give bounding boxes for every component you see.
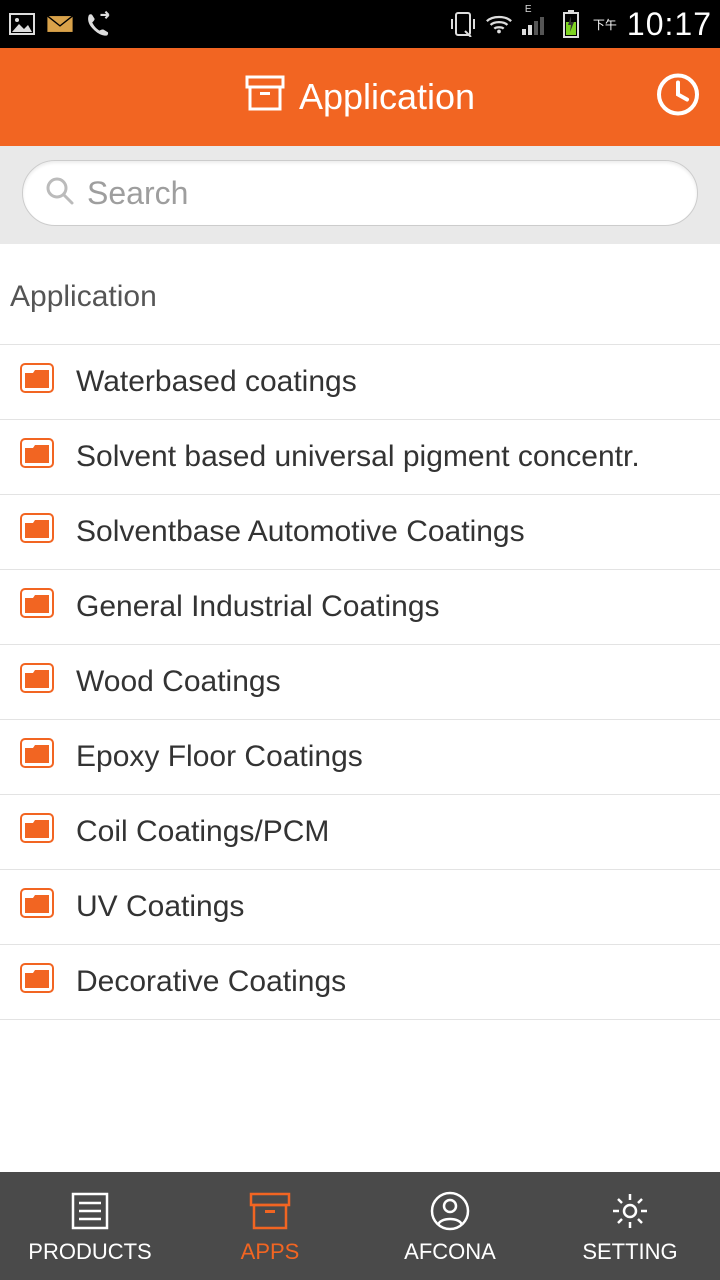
mail-icon [46,10,74,38]
call-forward-icon [84,10,112,38]
folder-icon [20,438,54,476]
list-item-label: Solvent based universal pigment concentr… [76,440,640,474]
nav-label: AFCONA [404,1239,496,1265]
person-circle-icon [429,1187,471,1235]
bottom-nav: PRODUCTS APPS AFCONA SETTING [0,1172,720,1280]
list-item[interactable]: Solventbase Automotive Coatings [0,494,720,569]
picture-icon [8,10,36,38]
list-item-label: Wood Coatings [76,665,281,699]
nav-products[interactable]: PRODUCTS [0,1172,180,1280]
battery-icon [557,10,585,38]
page-title-text: Application [299,76,475,118]
search-input[interactable] [87,175,675,212]
history-button[interactable] [656,73,700,122]
vibrate-icon [449,10,477,38]
status-right: E 下午 10:17 [449,6,712,43]
nav-apps[interactable]: APPS [180,1172,360,1280]
signal-icon: E [521,10,549,38]
list-item-label: Waterbased coatings [76,365,357,399]
nav-label: PRODUCTS [28,1239,151,1265]
status-bar: E 下午 10:17 [0,0,720,48]
application-list: Waterbased coatings Solvent based univer… [0,344,720,1020]
list-item[interactable]: Wood Coatings [0,644,720,719]
list-item-label: Coil Coatings/PCM [76,815,329,849]
list-item[interactable]: Decorative Coatings [0,944,720,1020]
page-title: Application [245,75,475,120]
list-item[interactable]: General Industrial Coatings [0,569,720,644]
search-field[interactable] [22,160,698,226]
gear-icon [609,1187,651,1235]
nav-afcona[interactable]: AFCONA [360,1172,540,1280]
folder-icon [20,963,54,1001]
list-item[interactable]: Solvent based universal pigment concentr… [0,419,720,494]
section-title: Application [0,244,720,344]
list-icon [69,1187,111,1235]
status-left [8,10,112,38]
folder-icon [20,513,54,551]
clock-time: 10:17 [627,6,712,43]
list-item[interactable]: UV Coatings [0,869,720,944]
archive-box-icon [248,1187,292,1235]
search-area [0,146,720,244]
list-item-label: UV Coatings [76,890,244,924]
folder-icon [20,663,54,701]
list-item[interactable]: Coil Coatings/PCM [0,794,720,869]
nav-label: APPS [241,1239,300,1265]
nav-label: SETTING [582,1239,677,1265]
nav-setting[interactable]: SETTING [540,1172,720,1280]
clock-ampm: 下午 [593,16,617,33]
list-item-label: Solventbase Automotive Coatings [76,515,525,549]
archive-box-icon [245,75,285,120]
folder-icon [20,363,54,401]
list-item[interactable]: Epoxy Floor Coatings [0,719,720,794]
folder-icon [20,738,54,776]
list-item[interactable]: Waterbased coatings [0,344,720,419]
list-item-label: Epoxy Floor Coatings [76,740,363,774]
wifi-icon [485,10,513,38]
search-icon [45,176,75,211]
folder-icon [20,813,54,851]
list-item-label: Decorative Coatings [76,965,346,999]
folder-icon [20,588,54,626]
list-item-label: General Industrial Coatings [76,590,440,624]
folder-icon [20,888,54,926]
app-header: Application [0,48,720,146]
